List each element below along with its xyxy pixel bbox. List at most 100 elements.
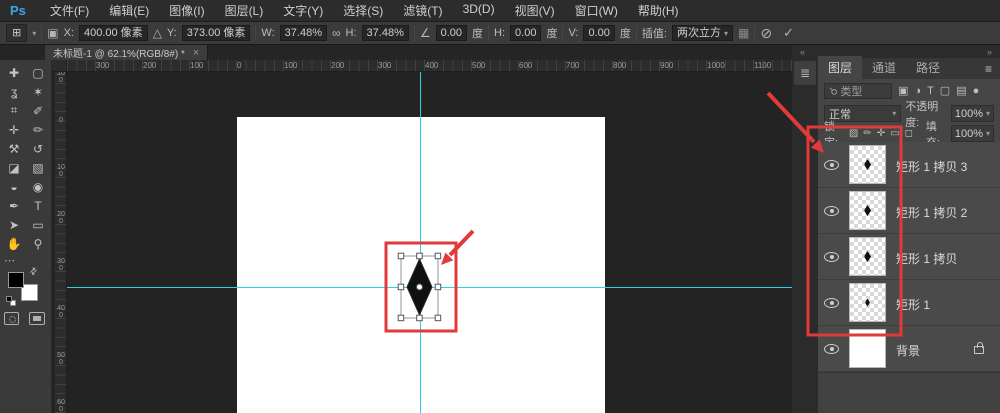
lock-transparency-icon[interactable]: ▨: [849, 128, 858, 139]
close-icon[interactable]: ×: [193, 47, 199, 59]
maintain-aspect-ratio-icon[interactable]: ∞: [332, 26, 341, 40]
horizontal-ruler[interactable]: 3002001000100200300400500600700800900100…: [67, 60, 792, 72]
menu-select[interactable]: 选择(S): [333, 2, 393, 19]
filter-toggle-icon[interactable]: ●: [973, 85, 980, 97]
vertical-ruler[interactable]: 1000100200300400500600: [55, 72, 67, 413]
zoom-tool-icon[interactable]: ⚲: [26, 234, 50, 253]
filter-smart-objects-icon[interactable]: ▤: [956, 84, 966, 97]
hand-tool-icon[interactable]: ✋: [2, 234, 26, 253]
visibility-eye-icon[interactable]: [824, 298, 839, 308]
filter-kind-select[interactable]: ⚲ 类型: [824, 83, 892, 99]
document-tab[interactable]: 未标题-1 @ 62.1%(RGB/8#) * ×: [45, 45, 208, 60]
swap-colors-icon[interactable]: ⇄: [27, 265, 40, 278]
vertical-guide: [420, 72, 421, 413]
panel-empty-area: [818, 372, 1000, 413]
menu-help[interactable]: 帮助(H): [628, 2, 689, 19]
cancel-transform-icon[interactable]: ⊘: [760, 25, 772, 42]
foreground-color-swatch[interactable]: [8, 272, 24, 288]
layer-thumbnail[interactable]: [849, 237, 886, 276]
layer-row-rect1-copy2[interactable]: 矩形 1 拷贝 2: [818, 188, 1000, 234]
tab-layers[interactable]: 图层: [818, 56, 862, 79]
warp-mode-icon[interactable]: ▦: [738, 26, 749, 40]
tab-channels[interactable]: 通道: [862, 56, 906, 79]
clone-stamp-tool-icon[interactable]: ⚒: [2, 139, 26, 158]
y-input[interactable]: 373.00 像素: [182, 25, 251, 41]
pen-tool-icon[interactable]: ✒: [2, 196, 26, 215]
tool-preset-chevron-icon[interactable]: ▾: [32, 29, 36, 38]
shape-tool-icon[interactable]: ▭: [26, 215, 50, 234]
path-selection-tool-icon[interactable]: ➤: [2, 215, 26, 234]
filter-shape-layers-icon[interactable]: ▢: [940, 84, 950, 97]
search-icon: ⚲: [826, 84, 839, 97]
tools-grid: ✚▢ʓ✶⌗✐✛✏⚒↺◪▧◒◉✒T➤▭✋⚲: [2, 63, 50, 253]
eyedropper-tool-icon[interactable]: ✐: [26, 101, 50, 120]
visibility-eye-icon[interactable]: [824, 160, 839, 170]
layer-thumbnail[interactable]: [849, 329, 886, 368]
fill-input[interactable]: 100% ▾: [951, 125, 994, 142]
layer-row-rect1-copy3[interactable]: 矩形 1 拷贝 3: [818, 142, 1000, 188]
menu-view[interactable]: 视图(V): [505, 2, 565, 19]
rotate-input[interactable]: 0.00: [436, 25, 467, 41]
menu-layer[interactable]: 图层(L): [215, 2, 274, 19]
visibility-eye-icon[interactable]: [824, 344, 839, 354]
history-brush-tool-icon[interactable]: ↺: [26, 139, 50, 158]
panel-menu-icon[interactable]: ≡: [977, 62, 1000, 79]
layer-row-rect1[interactable]: 矩形 1: [818, 280, 1000, 326]
brush-tool-icon[interactable]: ✏: [26, 120, 50, 139]
menu-3d[interactable]: 3D(D): [453, 2, 505, 19]
filter-pixel-layers-icon[interactable]: ▣: [898, 84, 908, 97]
skew-v-input[interactable]: 0.00: [583, 25, 614, 41]
opacity-input[interactable]: 100% ▾: [951, 105, 994, 122]
current-tool-icon[interactable]: ⊞: [6, 24, 27, 42]
commit-transform-icon[interactable]: ✓: [783, 25, 794, 41]
menu-window[interactable]: 窗口(W): [565, 2, 628, 19]
lock-all-icon[interactable]: ◻: [905, 128, 913, 139]
menu-image[interactable]: 图像(I): [159, 2, 214, 19]
width-input[interactable]: 37.48%: [280, 25, 327, 41]
layer-row-background[interactable]: 背景: [818, 326, 1000, 372]
filter-type-layers-icon[interactable]: T: [927, 85, 934, 97]
visibility-eye-icon[interactable]: [824, 206, 839, 216]
reference-point-locator-icon[interactable]: ▣: [47, 26, 58, 40]
relative-position-icon[interactable]: △: [153, 26, 162, 40]
edit-toolbar-icon[interactable]: ⋯: [4, 254, 16, 267]
visibility-eye-icon[interactable]: [824, 252, 839, 262]
canvas[interactable]: [237, 117, 605, 413]
marquee-tool-icon[interactable]: ▢: [26, 63, 50, 82]
layer-row-rect1-copy[interactable]: 矩形 1 拷贝: [818, 234, 1000, 280]
tab-paths[interactable]: 路径: [906, 56, 950, 79]
interpolation-select[interactable]: 两次立方 ▾: [672, 25, 733, 41]
expand-panels-icon[interactable]: »: [987, 47, 992, 57]
lock-position-icon[interactable]: ✛: [877, 128, 885, 139]
quick-mask-icon[interactable]: [4, 312, 19, 325]
move-tool-icon[interactable]: ✚: [2, 63, 26, 82]
blur-tool-icon[interactable]: ◒: [2, 177, 26, 196]
magic-wand-tool-icon[interactable]: ✶: [26, 82, 50, 101]
gradient-tool-icon[interactable]: ▧: [26, 158, 50, 177]
height-input[interactable]: 37.48%: [362, 25, 409, 41]
lock-artboard-icon[interactable]: ▭: [890, 128, 899, 139]
panel-tabs: 图层 通道 路径 ≡: [818, 58, 1000, 79]
x-input[interactable]: 400.00 像素: [79, 25, 148, 41]
dodge-tool-icon[interactable]: ◉: [26, 177, 50, 196]
type-tool-icon[interactable]: T: [26, 196, 50, 215]
crop-tool-icon[interactable]: ⌗: [2, 101, 26, 120]
filter-adjustment-layers-icon[interactable]: ◑: [914, 85, 921, 97]
screen-mode-icon[interactable]: [29, 312, 45, 325]
menu-type[interactable]: 文字(Y): [273, 2, 333, 19]
layer-thumbnail[interactable]: [849, 191, 886, 230]
healing-brush-tool-icon[interactable]: ✛: [2, 120, 26, 139]
menu-edit[interactable]: 编辑(E): [99, 2, 159, 19]
lasso-tool-icon[interactable]: ʓ: [2, 82, 26, 101]
menu-file[interactable]: 文件(F): [40, 2, 99, 19]
collapsed-panel-icon[interactable]: ≣: [794, 61, 816, 85]
lock-image-icon[interactable]: ✏: [863, 128, 871, 139]
eraser-tool-icon[interactable]: ◪: [2, 158, 26, 177]
menu-filter[interactable]: 滤镜(T): [393, 2, 452, 19]
ruler-label: 700: [566, 61, 579, 70]
layer-thumbnail[interactable]: [849, 145, 886, 184]
layer-thumbnail[interactable]: [849, 283, 886, 322]
collapse-panels-icon[interactable]: «: [800, 47, 805, 57]
default-colors-icon[interactable]: [6, 296, 16, 306]
skew-h-input[interactable]: 0.00: [510, 25, 541, 41]
